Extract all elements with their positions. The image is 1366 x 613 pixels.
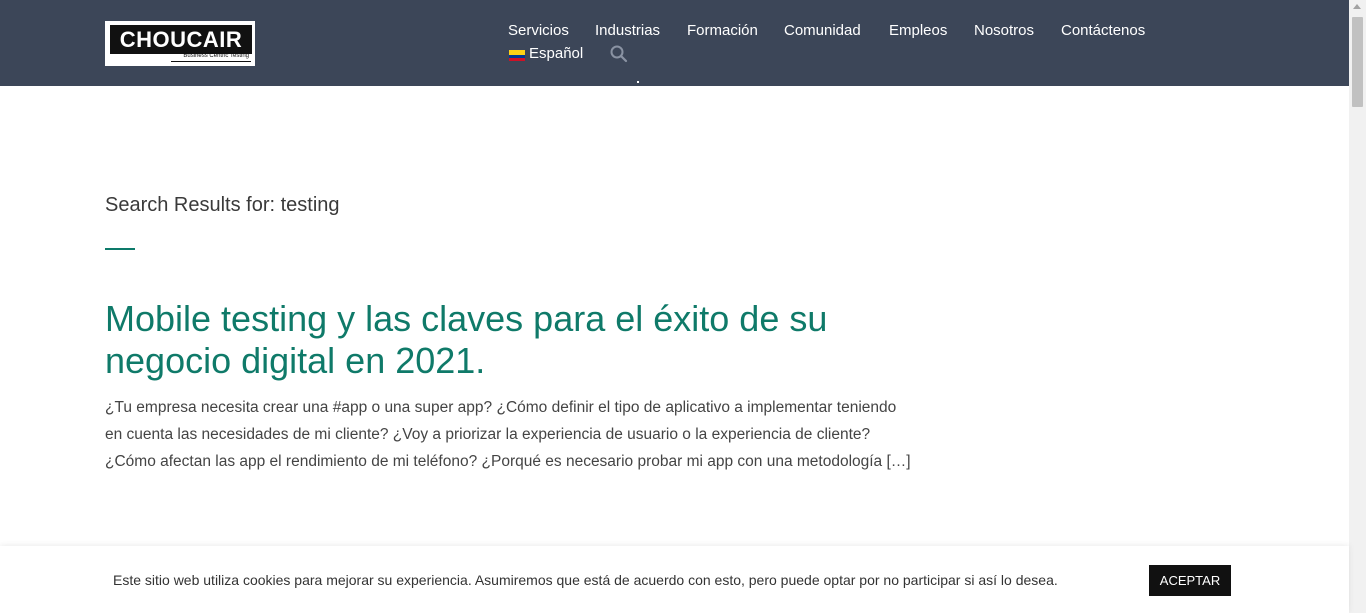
- nav-item-servicios[interactable]: Servicios: [508, 21, 569, 41]
- site-logo[interactable]: CHOUCAIR Business Centric Testing: [105, 21, 255, 66]
- post-excerpt: ¿Tu empresa necesita crear una #app o un…: [105, 399, 911, 470]
- colombia-flag-icon: [509, 49, 525, 61]
- search-icon[interactable]: [609, 44, 629, 64]
- nav-item-industrias[interactable]: Industrias: [595, 21, 660, 41]
- post-title-link[interactable]: Mobile testing y las claves para el éxit…: [105, 298, 925, 382]
- logo-wordmark: CHOUCAIR: [119, 27, 243, 52]
- nav-item-nosotros[interactable]: Nosotros: [974, 21, 1034, 41]
- logo-wordmark-box: CHOUCAIR: [110, 25, 252, 54]
- site-header: CHOUCAIR Business Centric Testing Servic…: [0, 0, 1349, 86]
- accept-cookies-button[interactable]: ACEPTAR: [1149, 565, 1231, 596]
- scrollbar-thumb[interactable]: [1352, 17, 1363, 107]
- scroll-up-arrow-icon[interactable]: [1353, 4, 1361, 9]
- menu-indicator-dot: [637, 81, 639, 83]
- nav-item-contactenos[interactable]: Contáctenos: [1061, 21, 1145, 41]
- nav-item-empleos[interactable]: Empleos: [889, 21, 947, 41]
- search-results-title: Search Results for: testing: [105, 194, 340, 216]
- logo-tagline: Business Centric Testing: [183, 53, 249, 59]
- page-scrollbar[interactable]: [1349, 0, 1366, 613]
- cookie-banner: Este sitio web utiliza cookies para mejo…: [0, 546, 1349, 613]
- title-divider: [105, 248, 135, 250]
- language-selector[interactable]: Español: [509, 44, 583, 64]
- cookie-banner-text: Este sitio web utiliza cookies para mejo…: [113, 572, 1058, 588]
- language-label: Español: [529, 45, 584, 62]
- logo-underline: [171, 61, 251, 62]
- nav-item-comunidad[interactable]: Comunidad: [784, 21, 861, 41]
- nav-item-formacion[interactable]: Formación: [687, 21, 758, 41]
